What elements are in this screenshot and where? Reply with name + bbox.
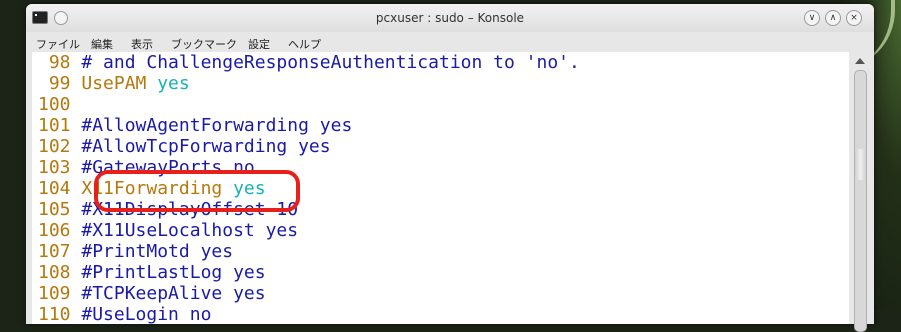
line-number: 100 xyxy=(38,94,82,115)
terminal-line: 101 #AllowAgentForwarding yes xyxy=(38,115,352,136)
terminal-line: 109 #TCPKeepAlive yes xyxy=(38,283,266,304)
konsole-window: pcxuser : sudo – Konsole ∨ ∧ × ファイル 編集 表… xyxy=(26,4,874,332)
terminal-line: 99 UsePAM yes xyxy=(38,73,190,94)
line-number: 98 xyxy=(38,52,82,73)
scroll-thumb[interactable] xyxy=(855,149,866,180)
scroll-up-icon[interactable] xyxy=(855,58,865,64)
terminal-line: 98 # and ChallengeResponseAuthentication… xyxy=(38,52,580,73)
config-value: yes xyxy=(157,73,190,94)
terminal-line: 110 #UseLogin no xyxy=(38,304,211,324)
title-bar[interactable]: pcxuser : sudo – Konsole ∨ ∧ × xyxy=(26,4,874,32)
line-number: 103 xyxy=(38,157,82,178)
menu-view[interactable]: 表示 xyxy=(131,36,153,52)
highlight-annotation xyxy=(94,170,300,212)
line-number: 106 xyxy=(38,220,82,241)
maximize-button[interactable]: ∧ xyxy=(825,10,841,26)
line-number: 105 xyxy=(38,199,82,220)
terminal-line: 102 #AllowTcpForwarding yes xyxy=(38,136,331,157)
comment-text: # and ChallengeResponseAuthentication to… xyxy=(81,52,580,73)
line-number: 109 xyxy=(38,283,82,304)
terminal-output[interactable]: 110 #UseLogin no 109 #TCPKeepAlive yes 108… xyxy=(32,52,849,324)
comment-text: #X11UseLocalhost yes xyxy=(81,220,299,241)
close-button[interactable]: × xyxy=(846,10,862,26)
terminal-line: 106 #X11UseLocalhost yes xyxy=(38,220,298,241)
menu-bar: ファイル 編集 表示 ブックマーク 設定 ヘルプ xyxy=(26,32,874,52)
menu-edit[interactable]: 編集 xyxy=(91,36,113,52)
terminal-line: 100 xyxy=(38,94,81,115)
scrollbar[interactable] xyxy=(852,52,868,332)
comment-text: #PrintLastLog yes xyxy=(81,262,266,283)
line-number: 107 xyxy=(38,241,82,262)
minimize-button[interactable]: ∨ xyxy=(804,10,820,26)
window-title: pcxuser : sudo – Konsole xyxy=(375,11,525,25)
comment-text: #TCPKeepAlive yes xyxy=(81,283,266,304)
line-number: 102 xyxy=(38,136,82,157)
menu-file[interactable]: ファイル xyxy=(36,36,80,52)
comment-text: #PrintMotd yes xyxy=(81,241,234,262)
line-number: 104 xyxy=(38,178,82,199)
comment-text: #AllowAgentForwarding yes xyxy=(81,115,353,136)
menu-settings[interactable]: 設定 xyxy=(248,36,270,52)
config-key: UsePAM xyxy=(81,73,158,94)
terminal-line: 108 #PrintLastLog yes xyxy=(38,262,266,283)
line-number: 108 xyxy=(38,262,82,283)
line-number: 110 xyxy=(38,304,82,324)
line-number: 101 xyxy=(38,115,82,136)
menu-help[interactable]: ヘルプ xyxy=(288,36,321,52)
comment-text: #UseLogin no xyxy=(81,304,212,324)
comment-text: #AllowTcpForwarding yes xyxy=(81,136,331,157)
scroll-track[interactable] xyxy=(854,70,867,332)
menu-bookmarks[interactable]: ブックマーク xyxy=(171,36,237,52)
terminal-line: 107 #PrintMotd yes xyxy=(38,241,233,262)
line-number: 99 xyxy=(38,73,82,94)
